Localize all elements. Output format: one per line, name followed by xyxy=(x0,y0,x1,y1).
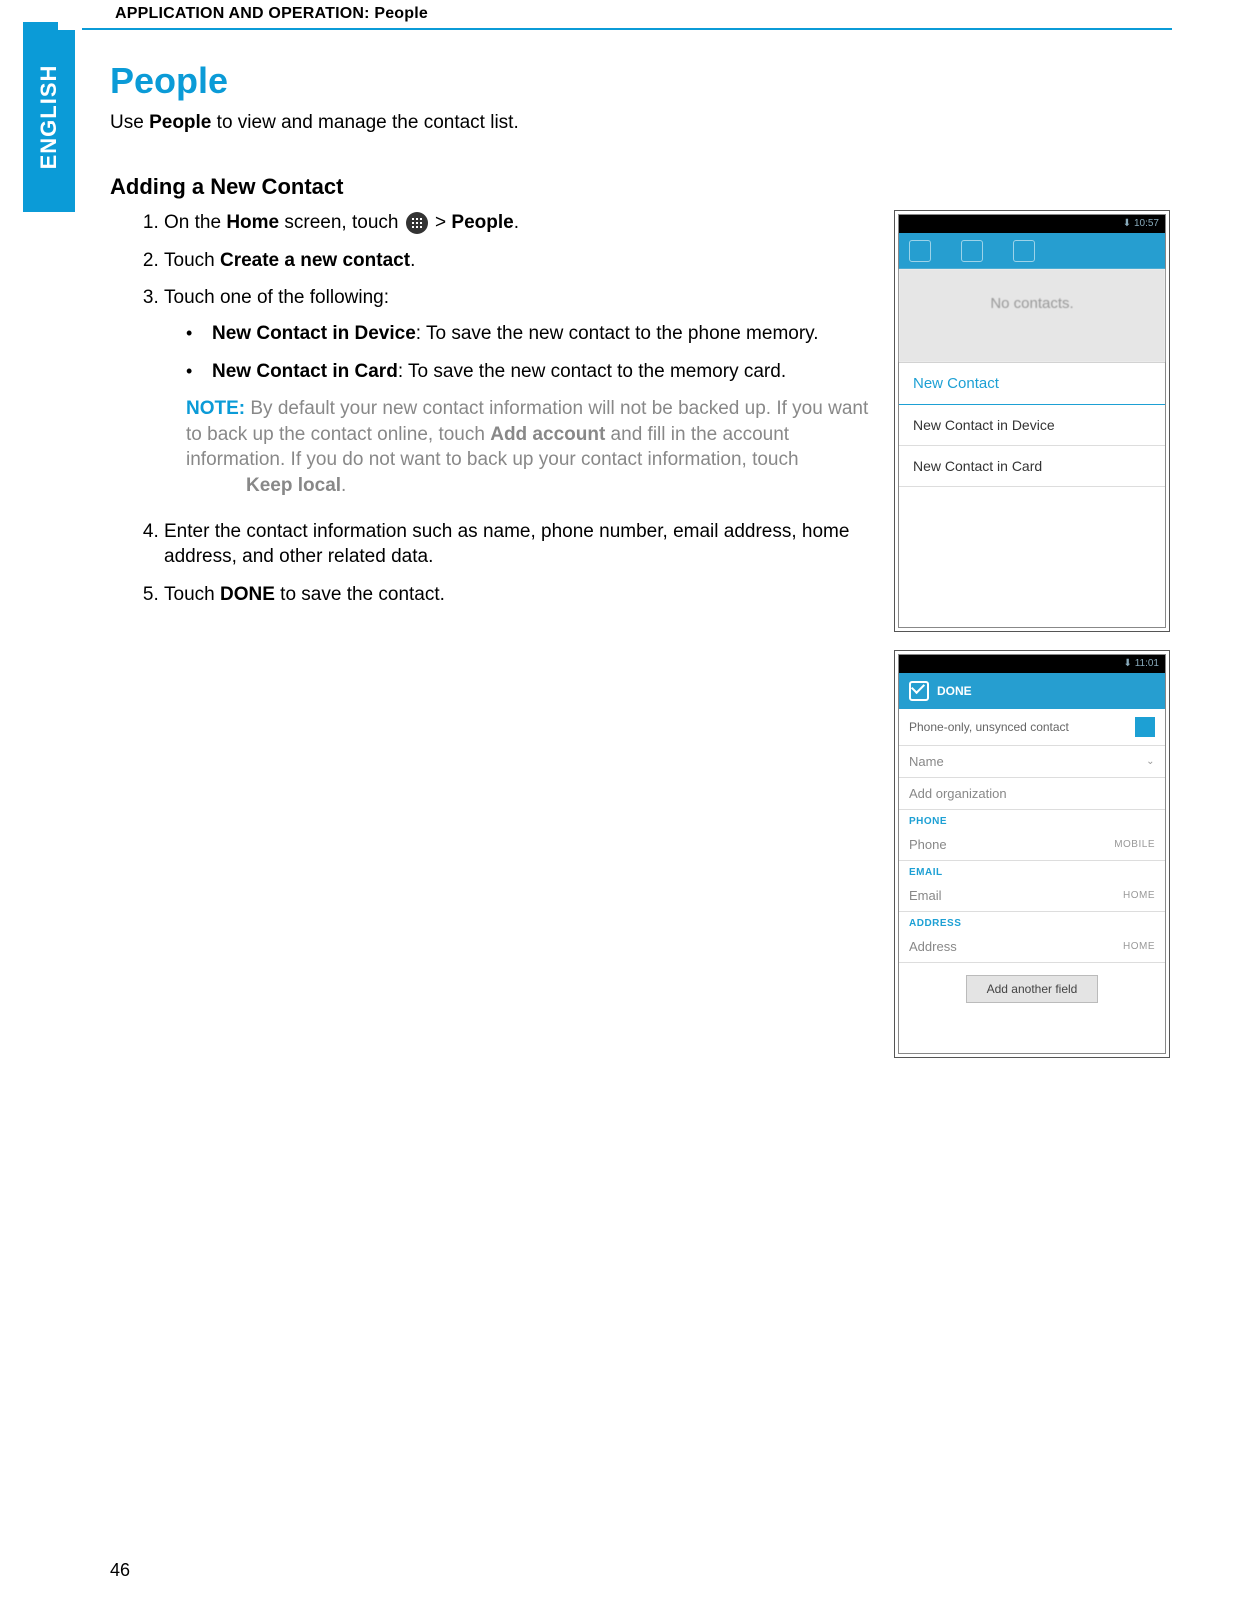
running-header: APPLICATION AND OPERATION: People xyxy=(115,5,428,23)
status-bar: ⬇ 11:01 xyxy=(899,655,1165,673)
step-2: Touch Create a new contact. xyxy=(164,248,874,274)
step-5: Touch DONE to save the contact. xyxy=(164,582,874,608)
address-field[interactable]: Address HOME xyxy=(899,931,1165,963)
no-contacts-label: No contacts. xyxy=(899,269,1165,362)
check-icon xyxy=(909,681,929,701)
language-tab-label: ENGLISH xyxy=(36,65,62,170)
step-3: Touch one of the following: New Contact … xyxy=(164,285,874,498)
step-4: Enter the contact information such as na… xyxy=(164,519,874,570)
dialog-option-card[interactable]: New Contact in Card xyxy=(899,446,1165,487)
step-3-option-card: New Contact in Card: To save the new con… xyxy=(186,359,874,385)
page-title: People xyxy=(110,60,1170,102)
email-field[interactable]: Email HOME xyxy=(899,880,1165,912)
step-3-option-device: New Contact in Device: To save the new c… xyxy=(186,321,874,347)
dialog-option-device[interactable]: New Contact in Device xyxy=(899,405,1165,446)
done-bar[interactable]: DONE xyxy=(899,673,1165,709)
name-field[interactable]: Name ⌄ xyxy=(899,746,1165,778)
phone-type[interactable]: MOBILE xyxy=(1114,839,1155,850)
contact-type-row: Phone-only, unsynced contact xyxy=(899,709,1165,746)
address-section-label: ADDRESS xyxy=(899,912,1165,931)
add-another-field-button[interactable]: Add another field xyxy=(966,975,1098,1003)
phone-field[interactable]: Phone MOBILE xyxy=(899,829,1165,861)
add-organization[interactable]: Add organization xyxy=(899,778,1165,810)
person-icon xyxy=(961,240,983,262)
email-type[interactable]: HOME xyxy=(1123,890,1155,901)
groups-icon xyxy=(909,240,931,262)
contact-storage-icon xyxy=(1135,717,1155,737)
section-heading: Adding a New Contact xyxy=(110,174,1170,200)
people-app-bar xyxy=(899,233,1165,269)
screenshot-edit-contact: ⬇ 11:01 DONE Phone-only, unsynced contac… xyxy=(894,650,1170,1058)
intro-bold: People xyxy=(149,112,211,133)
intro-pre: Use xyxy=(110,112,149,133)
steps-list: On the Home screen, touch > People. Touc… xyxy=(110,210,874,608)
intro-paragraph: Use People to view and manage the contac… xyxy=(110,112,1170,134)
language-tab: ENGLISH xyxy=(23,22,75,212)
screenshot-new-contact-dialog: ⬇ 10:57 No contacts. New Contact New Con… xyxy=(894,210,1170,632)
expand-icon: ⌄ xyxy=(1146,756,1155,767)
new-contact-dialog: New Contact New Contact in Device New Co… xyxy=(899,362,1165,487)
dialog-title: New Contact xyxy=(899,363,1165,405)
header-rule xyxy=(82,28,1172,30)
intro-post: to view and manage the contact list. xyxy=(211,112,518,133)
address-type[interactable]: HOME xyxy=(1123,941,1155,952)
status-bar: ⬇ 10:57 xyxy=(899,215,1165,233)
apps-icon xyxy=(406,212,428,234)
page-number: 46 xyxy=(110,1560,130,1581)
step-3-options: New Contact in Device: To save the new c… xyxy=(164,321,874,384)
note-block: NOTE: By default your new contact inform… xyxy=(164,396,874,499)
email-section-label: EMAIL xyxy=(899,861,1165,880)
star-icon xyxy=(1013,240,1035,262)
note-label: NOTE: xyxy=(186,398,245,419)
phone-section-label: PHONE xyxy=(899,810,1165,829)
step-1: On the Home screen, touch > People. xyxy=(164,210,874,236)
done-label: DONE xyxy=(937,684,972,698)
